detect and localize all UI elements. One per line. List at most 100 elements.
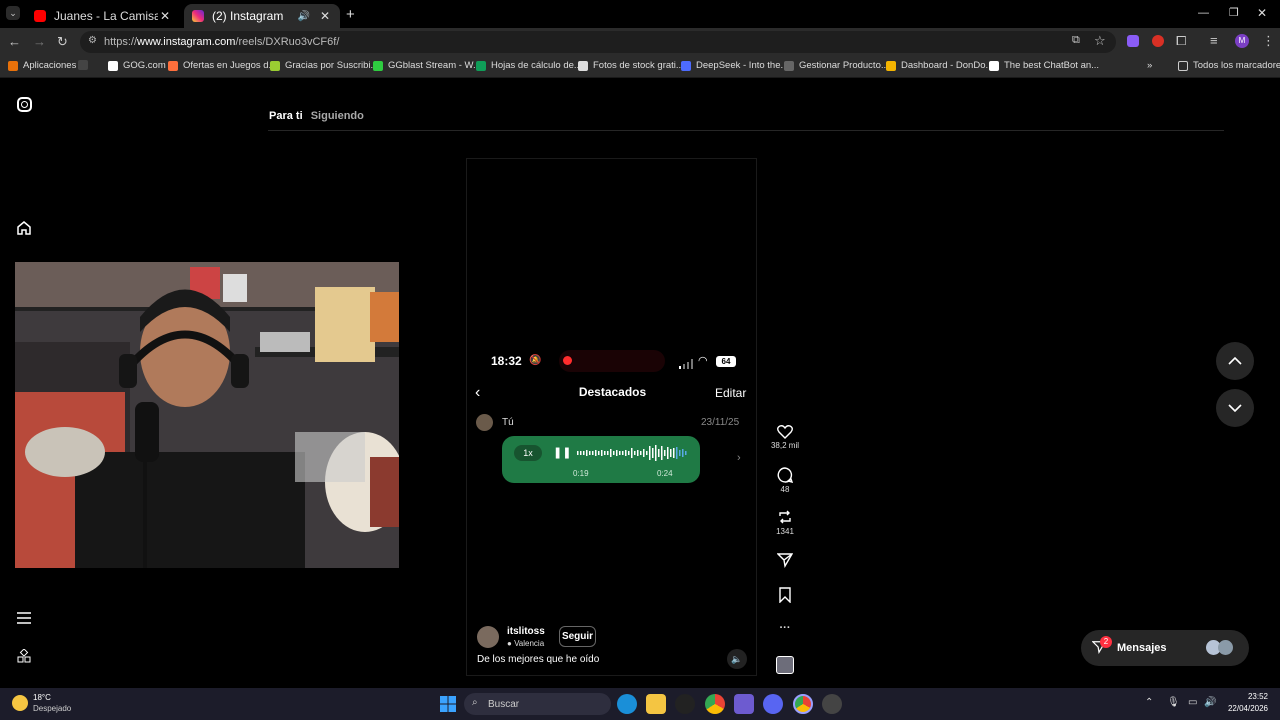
all-bookmarks[interactable]: Todos los marcadores [1178,60,1280,71]
record-dot-icon [563,356,572,365]
instagram-logo-icon[interactable] [17,97,32,112]
chrome-icon[interactable] [705,694,725,714]
bookmark-star-icon[interactable]: ☆ [1094,33,1106,49]
weather-temp[interactable]: 18°C [33,693,51,702]
voice-duration: 0:24 [657,469,673,478]
author-username[interactable]: itslitoss [507,626,545,637]
comment-icon [777,467,794,483]
sender-name: Tú [502,417,514,428]
bookmark-item[interactable]: Aplicaciones [8,60,76,71]
close-icon[interactable]: ✕ [158,9,172,23]
tab-instagram[interactable]: (2) Instagram 🔊 ✕ [184,4,340,28]
menu-icon[interactable]: ⋮ [1262,33,1275,49]
repost-button[interactable]: 1341 [770,509,800,536]
volume-icon[interactable]: 🔊 [1204,697,1216,708]
microphone-icon[interactable]: 🎙 [1167,697,1180,708]
reel-video[interactable]: 18:32 🔕 ◠ 64 ‹ Destacados Editar Tú 23/1… [466,158,757,676]
network-icon[interactable]: ▭ [1188,697,1197,708]
maximize-button[interactable]: ❐ [1229,6,1239,19]
extensions-puzzle-icon[interactable]: ⧠ [1176,33,1186,49]
repost-icon [779,510,791,524]
comment-button[interactable]: 48 [770,467,800,494]
divider [268,130,1224,131]
mute-icon[interactable]: 🔈 [727,649,747,669]
author-avatar[interactable] [477,626,499,648]
bookmark-item[interactable]: Dashboard - DonDo... [886,60,993,71]
extension-icon[interactable] [1127,35,1139,47]
tab-youtube[interactable]: Juanes - La Camisa Negra - You ✕ [26,4,180,28]
bookmark-item[interactable]: The best ChatBot an... [989,60,1099,71]
tab-para-ti[interactable]: Para ti [269,110,303,122]
media-controls-icon[interactable]: ≡ [1210,33,1218,48]
tab-label: (2) Instagram [212,9,284,23]
weather-moon-icon[interactable] [12,695,28,711]
like-button[interactable]: 38,2 mil [770,424,800,450]
app-icon[interactable] [734,694,754,714]
weather-condition[interactable]: Despejado [33,704,71,713]
next-reel-button[interactable] [1216,389,1254,427]
start-button[interactable] [440,696,456,717]
audio-playing-icon[interactable]: 🔊 [298,11,310,22]
discord-icon[interactable] [763,694,783,714]
previous-reel-button[interactable] [1216,342,1254,380]
app-icon[interactable] [675,694,695,714]
messages-badge: 2 [1100,636,1112,648]
tab-siguiendo[interactable]: Siguiendo [311,110,364,122]
audio-thumbnail[interactable] [776,656,794,674]
bookmark-item[interactable]: Ofertas en Juegos d... [168,60,276,71]
save-button[interactable] [770,587,800,605]
bookmark-item[interactable]: DeepSeek - Into the... [681,60,788,71]
taskbar-search[interactable]: ⌕ Buscar [464,693,611,715]
bookmark-item[interactable]: GOG.com [108,60,166,71]
new-tab-button[interactable]: + [346,6,355,23]
close-icon[interactable]: ✕ [318,9,332,23]
back-icon[interactable]: ← [8,34,21,49]
share-button[interactable] [770,552,800,570]
bookmark-item[interactable]: GGblast Stream - W... [373,60,481,71]
messages-button[interactable]: 2 Mensajes [1081,630,1249,666]
reload-icon[interactable]: ↻ [57,34,68,50]
minimize-button[interactable]: — [1198,7,1209,19]
tag-icon [168,60,178,71]
bookmarks-overflow[interactable]: » [1147,60,1152,71]
chevron-up-icon [1228,357,1242,365]
bookmark-item[interactable]: Fotos de stock grati... [578,60,684,71]
playback-speed: 1x [514,445,542,461]
store-icon [784,60,794,71]
folder-icon [886,60,896,71]
install-app-icon[interactable]: ⧉ [1072,34,1080,47]
home-icon[interactable] [16,220,32,241]
profile-avatar[interactable]: M [1235,34,1249,48]
webcam-image [15,262,399,568]
tray-overflow-icon[interactable]: ⌃ [1145,697,1153,708]
edge-icon[interactable] [617,694,637,714]
follow-button[interactable]: Seguir [559,626,596,647]
bookmark-icon [779,587,791,604]
signal-icon [679,356,693,374]
address-bar[interactable]: ⚙ https://www.instagram.com/reels/DXRuo3… [80,31,1116,53]
apps-grid-icon[interactable] [17,648,31,668]
window-close-button[interactable]: ✕ [1257,6,1267,20]
site-info-icon[interactable]: ⚙ [88,35,97,46]
instagram-icon [192,10,204,22]
bookmark-item[interactable]: Gestionar Producto... [784,60,889,71]
bookmark-item[interactable] [78,60,93,70]
app-icon[interactable] [822,694,842,714]
extension-icon[interactable] [1152,35,1164,47]
chrome-profile-icon[interactable] [793,694,813,714]
messages-label: Mensajes [1117,642,1167,654]
feed-tabs: Para ti Siguiendo [269,110,364,122]
bookmark-item[interactable]: Hojas de cálculo de... [476,60,582,71]
more-options-icon[interactable]: ··· [770,622,800,634]
clock-date[interactable]: 22/04/2026 [1220,704,1268,713]
file-explorer-icon[interactable] [646,694,666,714]
more-menu-icon[interactable] [17,611,31,630]
gog-icon [108,60,118,71]
url-host: www.instagram.com [137,36,236,48]
forward-icon[interactable]: → [33,34,46,49]
comment-count: 48 [780,485,790,494]
tab-search-button[interactable]: ⌄ [6,6,20,20]
clock-time[interactable]: 23:52 [1238,692,1268,701]
bookmark-item[interactable]: Gracias por Suscribi... [270,60,378,71]
pause-icon: ❚❚ [553,447,572,459]
